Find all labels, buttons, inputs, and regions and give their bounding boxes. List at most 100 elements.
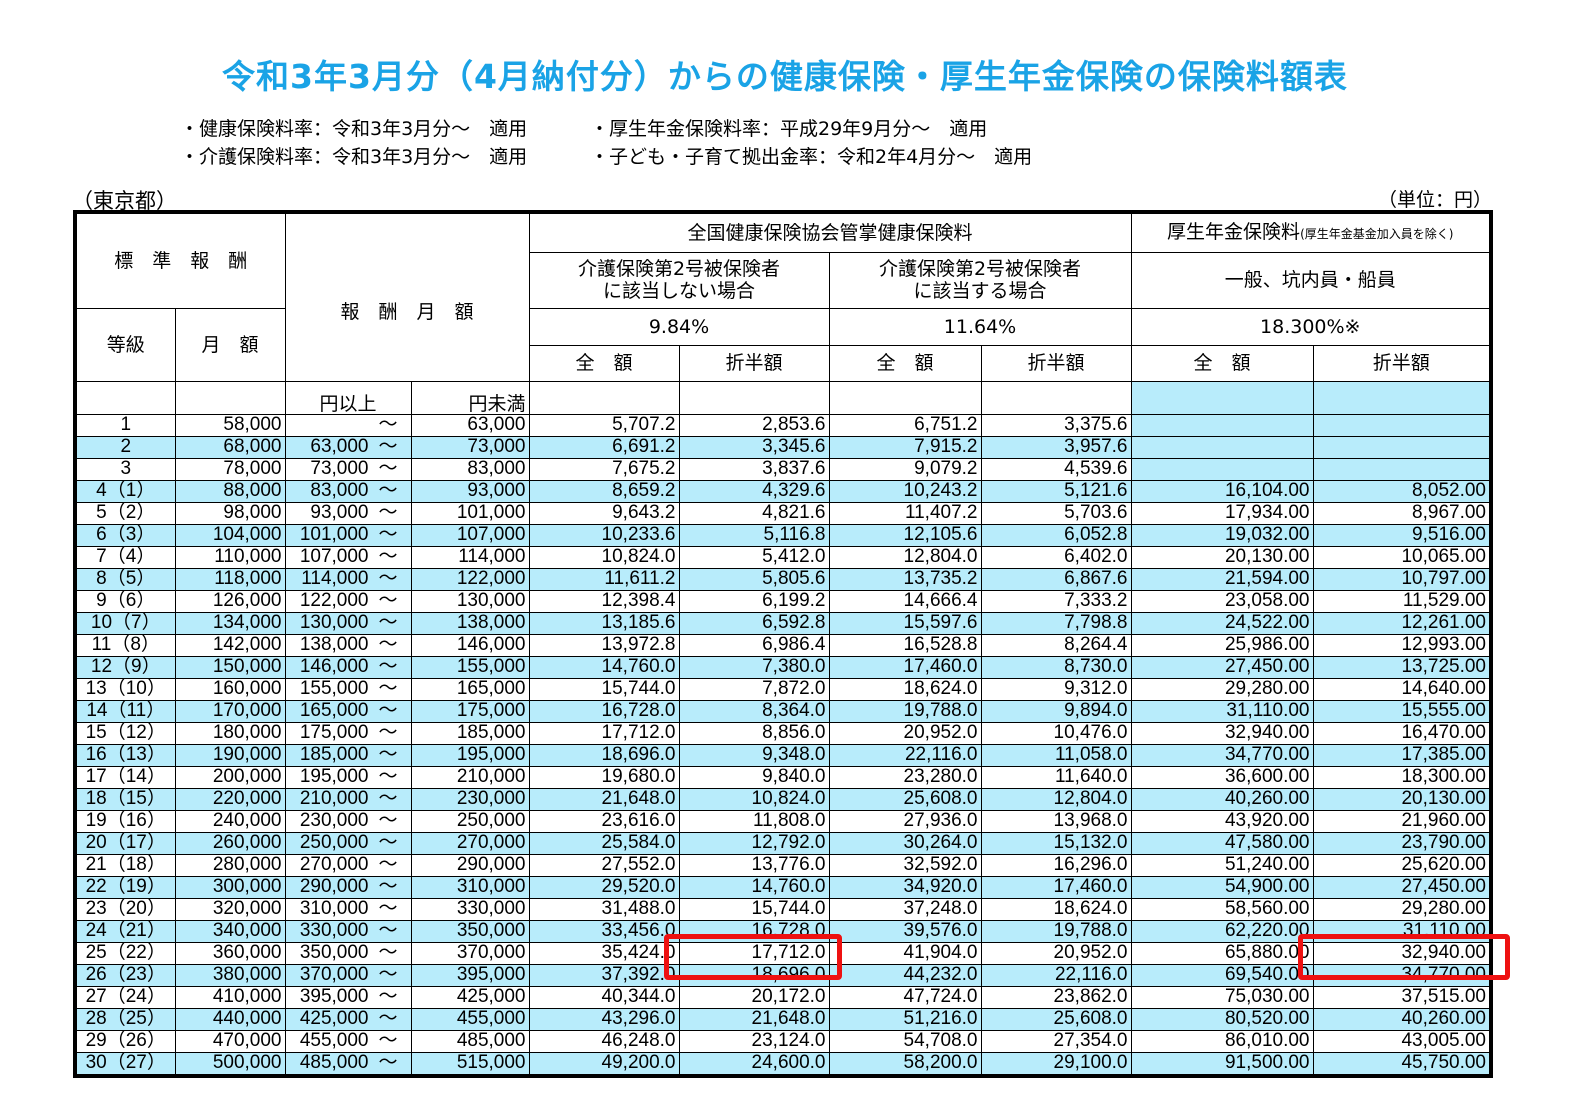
care-full-cell: 7,915.2	[828, 435, 982, 459]
health-half-cell: 5,116.8	[678, 523, 830, 547]
range-from-value: 185,000	[299, 744, 369, 765]
care-full-cell: 32,592.0	[828, 853, 982, 877]
table-row: 19（16） 240,000 230,000 〜 250,000 23,616.0 11,8…	[74, 809, 1492, 833]
care-half-cell: 25,608.0	[980, 1007, 1132, 1031]
care-half-cell: 10,476.0	[980, 721, 1132, 745]
care-half-cell: 16,296.0	[980, 853, 1132, 877]
range-to-cell: 122,000	[410, 567, 530, 591]
health-full-cell: 46,248.0	[528, 1029, 680, 1053]
table-row: 15（12） 180,000 175,000 〜 185,000 17,712.0 8,85…	[74, 721, 1492, 745]
care-half-cell: 6,052.8	[980, 523, 1132, 547]
care-half-cell: 7,798.8	[980, 611, 1132, 635]
grade-cell: 12（9）	[74, 655, 176, 679]
range-from-value: 425,000	[299, 1008, 369, 1029]
range-tilde: 〜	[378, 722, 398, 743]
health-full-cell: 37,392.0	[528, 963, 680, 987]
pension-full-cell: 65,880.00	[1130, 941, 1314, 965]
pension-half-cell: 29,280.00	[1312, 897, 1492, 921]
pension-full-cell	[1130, 457, 1314, 481]
health-full-cell: 35,424.0	[528, 941, 680, 965]
range-from-cell: 270,000 〜	[284, 853, 412, 877]
pension-full-cell	[1130, 413, 1314, 437]
rate-care: 11.64%	[828, 307, 1132, 346]
care-full-cell: 41,904.0	[828, 941, 982, 965]
pension-full-cell: 62,220.00	[1130, 919, 1314, 943]
care-half-cell: 9,312.0	[980, 677, 1132, 701]
range-from-cell: 330,000 〜	[284, 919, 412, 943]
range-from-cell: 〜	[284, 413, 412, 437]
grade-cell: 14（11）	[74, 699, 176, 723]
health-full-cell: 29,520.0	[528, 875, 680, 899]
range-from-cell: 93,000 〜	[284, 501, 412, 525]
table-row: 20（17） 260,000 250,000 〜 270,000 25,584.0 12,7…	[74, 831, 1492, 855]
pension-half-cell: 37,515.00	[1312, 985, 1492, 1009]
pension-half-cell: 13,725.00	[1312, 655, 1492, 679]
header-monthly-reward: 報 酬 月 額	[284, 211, 530, 382]
health-half-cell: 4,821.6	[678, 501, 830, 525]
pension-full-cell: 58,560.00	[1130, 897, 1314, 921]
range-from-value: 155,000	[299, 678, 369, 699]
care-half-cell: 5,703.6	[980, 501, 1132, 525]
health-half-cell: 6,986.4	[678, 633, 830, 657]
range-from-value: 350,000	[299, 942, 369, 963]
care-full-cell: 54,708.0	[828, 1029, 982, 1053]
grade-cell: 7（4）	[74, 545, 176, 569]
monthly-amount-cell: 58,000	[174, 413, 286, 437]
pension-full-cell: 16,104.00	[1130, 479, 1314, 503]
care-half-cell: 13,968.0	[980, 809, 1132, 833]
header-pension-label: 厚生年金保険料	[1167, 220, 1301, 243]
care-full-cell: 13,735.2	[828, 567, 982, 591]
care-half-cell: 7,333.2	[980, 589, 1132, 613]
health-full-cell: 14,760.0	[528, 655, 680, 679]
range-to-cell: 230,000	[410, 787, 530, 811]
health-half-cell: 7,380.0	[678, 655, 830, 679]
pension-half-cell: 11,529.00	[1312, 589, 1492, 613]
rate-pension: 18.300%※	[1130, 307, 1492, 346]
range-to-cell: 165,000	[410, 677, 530, 701]
note-health-rate: ・健康保険料率：令和3年3月分～ 適用	[180, 118, 528, 140]
spacer-cell	[678, 380, 830, 415]
health-half-cell: 3,345.6	[678, 435, 830, 459]
health-half-cell: 12,792.0	[678, 831, 830, 855]
care-half-cell: 11,058.0	[980, 743, 1132, 767]
range-from-value: 210,000	[299, 788, 369, 809]
range-from-value: 230,000	[299, 810, 369, 831]
health-full-cell: 49,200.0	[528, 1051, 680, 1076]
care-half-cell: 17,460.0	[980, 875, 1132, 899]
range-from-cell: 146,000 〜	[284, 655, 412, 679]
pension-full-cell: 43,920.00	[1130, 809, 1314, 833]
range-from-cell: 83,000 〜	[284, 479, 412, 503]
monthly-amount-cell: 300,000	[174, 875, 286, 899]
header-half-care: 折半額	[980, 344, 1132, 382]
grade-cell: 25（22）	[74, 941, 176, 965]
range-from-value: 73,000	[310, 458, 369, 479]
care-half-cell: 6,867.6	[980, 567, 1132, 591]
health-full-cell: 10,233.6	[528, 523, 680, 547]
range-tilde: 〜	[378, 744, 398, 765]
health-full-cell: 19,680.0	[528, 765, 680, 789]
care-half-cell: 6,402.0	[980, 545, 1132, 569]
range-from-cell: 230,000 〜	[284, 809, 412, 833]
range-from-cell: 210,000 〜	[284, 787, 412, 811]
grade-cell: 18（15）	[74, 787, 176, 811]
grade-cell: 30（27）	[74, 1051, 176, 1076]
care-half-cell: 3,375.6	[980, 413, 1132, 437]
care-full-cell: 27,936.0	[828, 809, 982, 833]
pension-full-cell: 27,450.00	[1130, 655, 1314, 679]
table-row: 12（9） 150,000 146,000 〜 155,000 14,760.0 7,380…	[74, 655, 1492, 679]
header-full-no-care: 全 額	[528, 344, 680, 382]
table-row: 8（5） 118,000 114,000 〜 122,000 11,611.2 5,805.…	[74, 567, 1492, 591]
table-row: 9（6） 126,000 122,000 〜 130,000 12,398.4 6,199.…	[74, 589, 1492, 613]
range-from-value: 63,000	[310, 436, 369, 457]
unit-label: （単位：円）	[1377, 189, 1492, 211]
spacer-cell	[74, 380, 176, 415]
health-full-cell: 31,488.0	[528, 897, 680, 921]
grade-cell: 17（14）	[74, 765, 176, 789]
pension-half-cell: 12,261.00	[1312, 611, 1492, 635]
rate-no-care: 9.84%	[528, 307, 830, 346]
care-half-cell: 20,952.0	[980, 941, 1132, 965]
highlight-box-pension-half	[1298, 934, 1510, 980]
monthly-amount-cell: 170,000	[174, 699, 286, 723]
table-row: 14（11） 170,000 165,000 〜 175,000 16,728.0 8,36…	[74, 699, 1492, 723]
range-to-cell: 515,000	[410, 1051, 530, 1076]
